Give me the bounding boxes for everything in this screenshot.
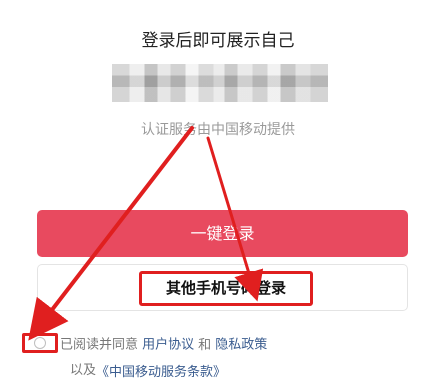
masked-phone-number: [112, 64, 328, 102]
carrier-terms-link[interactable]: 《中国移动服务条款》: [96, 365, 226, 380]
other-phone-login-label: 其他手机号码登录: [139, 271, 313, 306]
user-agreement-link[interactable]: 用户协议: [142, 338, 194, 353]
agreement-row: 已阅读并同意 用户协议和隐私政策: [22, 333, 267, 353]
provider-note: 认证服务由中国移动提供: [141, 122, 295, 138]
other-phone-login-button[interactable]: 其他手机号码登录: [37, 264, 408, 311]
agreement-and-text: 和: [198, 337, 212, 353]
agreement-checkbox[interactable]: [22, 333, 58, 353]
login-screen: 登录后即可展示自己 认证服务由中国移动提供 一键登录 其他手机号码登录 已阅读并…: [0, 0, 436, 391]
agreement-prefix: 已阅读并同意: [60, 337, 139, 353]
privacy-policy-link[interactable]: 隐私政策: [215, 338, 267, 353]
one-click-login-button[interactable]: 一键登录: [37, 210, 408, 257]
page-title: 登录后即可展示自己: [141, 31, 295, 51]
agreement-also-prefix: 以及: [70, 363, 97, 378]
agreement-row-2: 以及《中国移动服务条款》: [70, 359, 226, 380]
